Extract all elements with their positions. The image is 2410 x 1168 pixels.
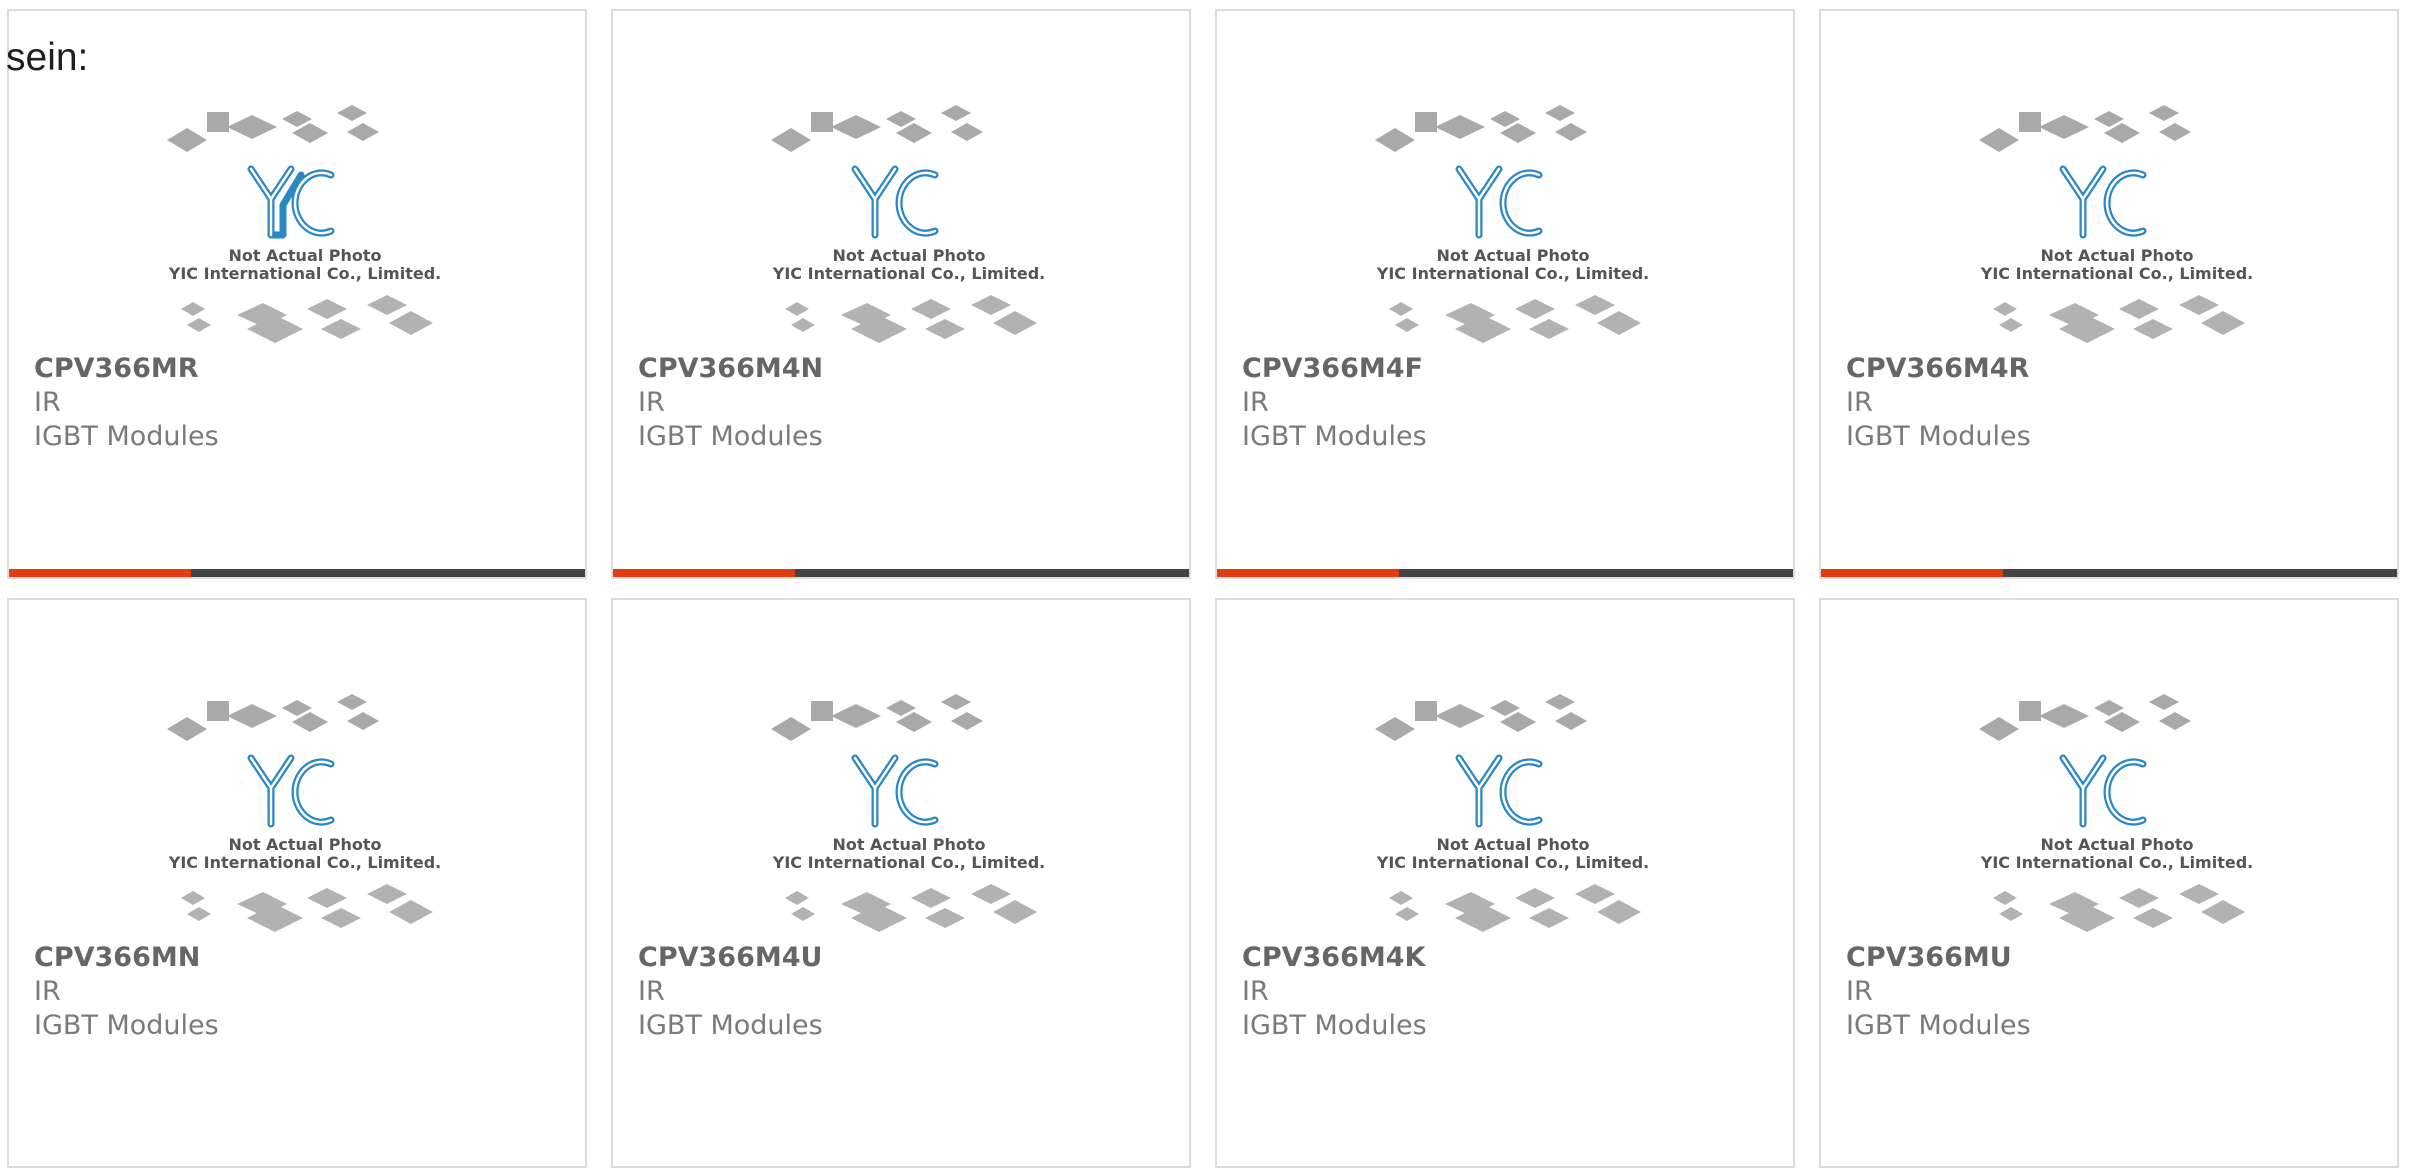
manufacturer: IR [1242, 387, 1269, 418]
placeholder-line1: Not Actual Photo [228, 835, 381, 854]
part-number[interactable]: CPV366M4R [1846, 353, 2029, 384]
product-card[interactable]: Not Actual Photo YIC International Co., … [611, 9, 1191, 579]
placeholder-line2: YIC International Co., Limited. [168, 264, 441, 283]
card-bottom-bar [613, 569, 1189, 577]
card-bottom-bar [9, 569, 585, 577]
part-number[interactable]: CPV366M4N [638, 353, 823, 384]
product-photo-placeholder: Not Actual Photo YIC International Co., … [167, 105, 441, 343]
card-bottom-bar [1821, 569, 2397, 577]
category: IGBT Modules [1242, 421, 1427, 452]
product-card[interactable]: Not Actual Photo YIC International Co., … [1819, 598, 2399, 1168]
product-photo-placeholder: Not Actual Photo YIC International Co., … [167, 694, 441, 932]
part-number[interactable]: CPV366MU [1846, 942, 2012, 973]
category: IGBT Modules [1242, 1010, 1427, 1041]
product-card[interactable]: Not Actual Photo YIC International Co., … [1215, 598, 1795, 1168]
category: IGBT Modules [1846, 1010, 2031, 1041]
part-number[interactable]: CPV366MN [34, 942, 200, 973]
product-card[interactable]: Not Actual Photo YIC International Co., … [1215, 9, 1795, 579]
product-card[interactable]: Not Actual Photo YIC International Co., … [7, 9, 587, 579]
placeholder-line2: YIC International Co., Limited. [772, 853, 1045, 872]
product-photo-placeholder: Not Actual Photo YIC International Co., … [771, 694, 1045, 932]
placeholder-line1: Not Actual Photo [2040, 835, 2193, 854]
placeholder-line2: YIC International Co., Limited. [168, 853, 441, 872]
placeholder-line1: Not Actual Photo [228, 246, 381, 265]
manufacturer: IR [34, 387, 61, 418]
placeholder-line2: YIC International Co., Limited. [772, 264, 1045, 283]
category: IGBT Modules [638, 1010, 823, 1041]
part-number[interactable]: CPV366MR [34, 353, 199, 384]
placeholder-line1: Not Actual Photo [832, 246, 985, 265]
category: IGBT Modules [34, 1010, 219, 1041]
category: IGBT Modules [638, 421, 823, 452]
product-photo-placeholder: Not Actual Photo YIC International Co., … [1979, 105, 2253, 343]
category: IGBT Modules [34, 421, 219, 452]
part-number[interactable]: CPV366M4K [1242, 942, 1425, 973]
part-number[interactable]: CPV366M4F [1242, 353, 1423, 384]
part-number[interactable]: CPV366M4U [638, 942, 822, 973]
product-card[interactable]: Not Actual Photo YIC International Co., … [7, 598, 587, 1168]
product-card[interactable]: Not Actual Photo YIC International Co., … [611, 598, 1191, 1168]
placeholder-line2: YIC International Co., Limited. [1376, 264, 1649, 283]
intro-text: sein: [6, 36, 89, 79]
product-photo-placeholder: Not Actual Photo YIC International Co., … [1375, 105, 1649, 343]
manufacturer: IR [638, 387, 665, 418]
manufacturer: IR [1846, 387, 1873, 418]
manufacturer: IR [34, 976, 61, 1007]
category: IGBT Modules [1846, 421, 2031, 452]
placeholder-line2: YIC International Co., Limited. [1980, 853, 2253, 872]
manufacturer: IR [1846, 976, 1873, 1007]
product-photo-placeholder: Not Actual Photo YIC International Co., … [1375, 694, 1649, 932]
placeholder-line2: YIC International Co., Limited. [1980, 264, 2253, 283]
placeholder-line1: Not Actual Photo [1436, 246, 1589, 265]
product-photo-placeholder: Not Actual Photo YIC International Co., … [771, 105, 1045, 343]
placeholder-line1: Not Actual Photo [2040, 246, 2193, 265]
product-card[interactable]: Not Actual Photo YIC International Co., … [1819, 9, 2399, 579]
placeholder-line2: YIC International Co., Limited. [1376, 853, 1649, 872]
manufacturer: IR [1242, 976, 1269, 1007]
manufacturer: IR [638, 976, 665, 1007]
card-bottom-bar [1217, 569, 1793, 577]
placeholder-line1: Not Actual Photo [1436, 835, 1589, 854]
placeholder-line1: Not Actual Photo [832, 835, 985, 854]
product-photo-placeholder: Not Actual Photo YIC International Co., … [1979, 694, 2253, 932]
